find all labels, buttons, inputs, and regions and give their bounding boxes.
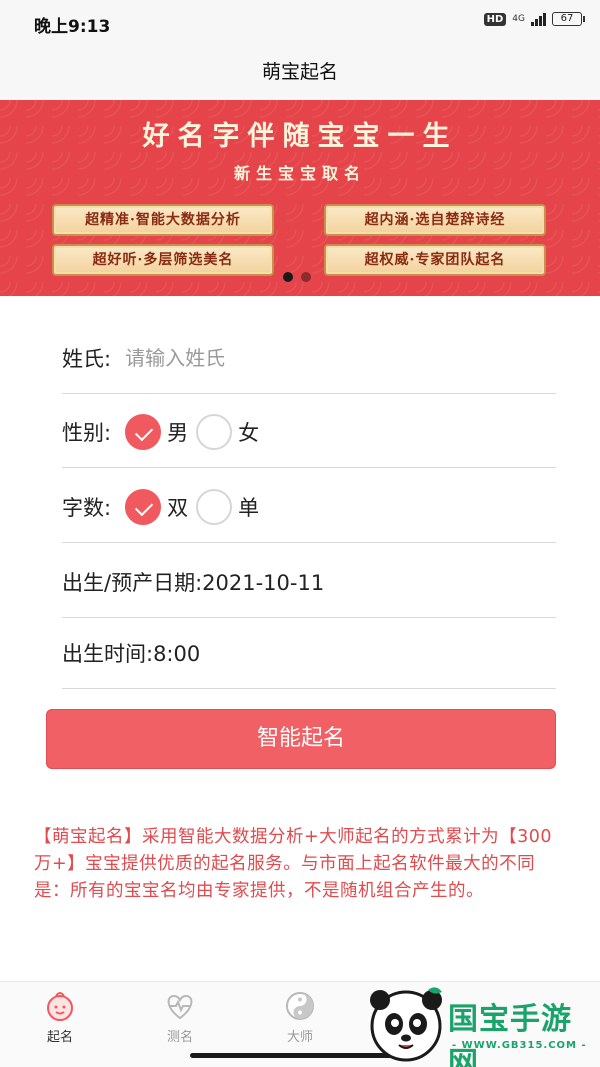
banner-subtitle: 新生宝宝取名: [233, 164, 366, 183]
surname-label: 姓氏:: [62, 346, 112, 371]
nav-label: 大师: [286, 1030, 313, 1045]
char-count-label: 字数:: [62, 495, 112, 520]
panda-mascot-icon: [370, 987, 442, 1062]
gender-option-label: 女: [238, 420, 260, 445]
banner-headline: 好名字伴随宝宝一生: [142, 121, 458, 152]
baby-face-icon: [47, 992, 73, 1021]
char-count-option-label: 单: [238, 495, 260, 520]
carousel-dot-active[interactable]: [283, 272, 293, 282]
status-icons: HD 4G 67: [483, 12, 585, 26]
hd-icon: HD: [483, 12, 507, 26]
radio-circle-icon[interactable]: [196, 413, 233, 450]
nav-item-test-name[interactable]: 测名: [140, 988, 220, 1045]
carousel-indicator: [283, 272, 311, 282]
char-count-option-label: 双: [167, 495, 189, 520]
battery-icon: 67: [552, 12, 585, 26]
banner-tag: 超精准·智能大数据分析: [52, 204, 274, 236]
check-icon[interactable]: [125, 413, 162, 450]
page-title: 萌宝起名: [261, 61, 338, 83]
char-count-option-double[interactable]: 双: [125, 488, 189, 525]
status-time: 晚上9:13: [34, 17, 111, 37]
surname-input[interactable]: [125, 345, 426, 370]
gender-row: 性别: 男 女: [62, 396, 556, 468]
surname-row: 姓氏:: [62, 322, 556, 394]
nav-item-master[interactable]: 大师: [260, 988, 340, 1045]
char-count-option-single[interactable]: 单: [196, 488, 260, 525]
signal-icon: [531, 12, 546, 26]
banner-tag: 超好听·多层筛选美名: [52, 244, 274, 276]
yin-yang-icon: [286, 992, 314, 1020]
smart-naming-button[interactable]: 智能起名: [46, 709, 556, 769]
nav-label: 测名: [166, 1030, 193, 1045]
network-type: 4G: [512, 13, 525, 24]
heart-pulse-icon: [167, 994, 193, 1020]
carousel-dot[interactable]: [301, 272, 311, 282]
gender-option-label: 男: [167, 420, 189, 445]
birth-time-text: 出生时间:8:00: [62, 641, 201, 666]
gender-option-female[interactable]: 女: [196, 413, 260, 450]
banner-tag: 超内涵·选自楚辞诗经: [324, 204, 546, 236]
nav-item-naming[interactable]: 起名: [20, 988, 100, 1045]
check-icon[interactable]: [125, 488, 162, 525]
birth-time-field[interactable]: 出生时间:8:00: [62, 617, 556, 689]
gender-option-male[interactable]: 男: [125, 413, 189, 450]
birth-date-text: 出生/预产日期:2021-10-11: [62, 570, 325, 595]
watermark-logo-text: 国宝手游网: [448, 1002, 572, 1067]
intro-text: 【萌宝起名】采用智能大数据分析+大师起名的方式累计为【300万+】宝宝提供优质的…: [34, 827, 553, 901]
char-count-row: 字数: 双 单: [62, 471, 556, 543]
watermark: 国宝手游网 - WWW.GB315.COM -: [362, 984, 600, 1067]
watermark-url: - WWW.GB315.COM -: [452, 1040, 587, 1051]
status-bar: 晚上9:13 HD 4G 67: [0, 0, 600, 44]
radio-circle-icon[interactable]: [196, 488, 233, 525]
birth-date-field[interactable]: 出生/预产日期:2021-10-11: [62, 546, 556, 618]
title-bar: 萌宝起名: [0, 44, 600, 100]
banner-tag: 超权威·专家团队起名: [324, 244, 546, 276]
nav-label: 起名: [46, 1030, 73, 1045]
gender-label: 性别:: [62, 420, 112, 445]
promo-banner[interactable]: 好名字伴随宝宝一生 新生宝宝取名 超精准·智能大数据分析 超内涵·选自楚辞诗经 …: [0, 100, 600, 296]
